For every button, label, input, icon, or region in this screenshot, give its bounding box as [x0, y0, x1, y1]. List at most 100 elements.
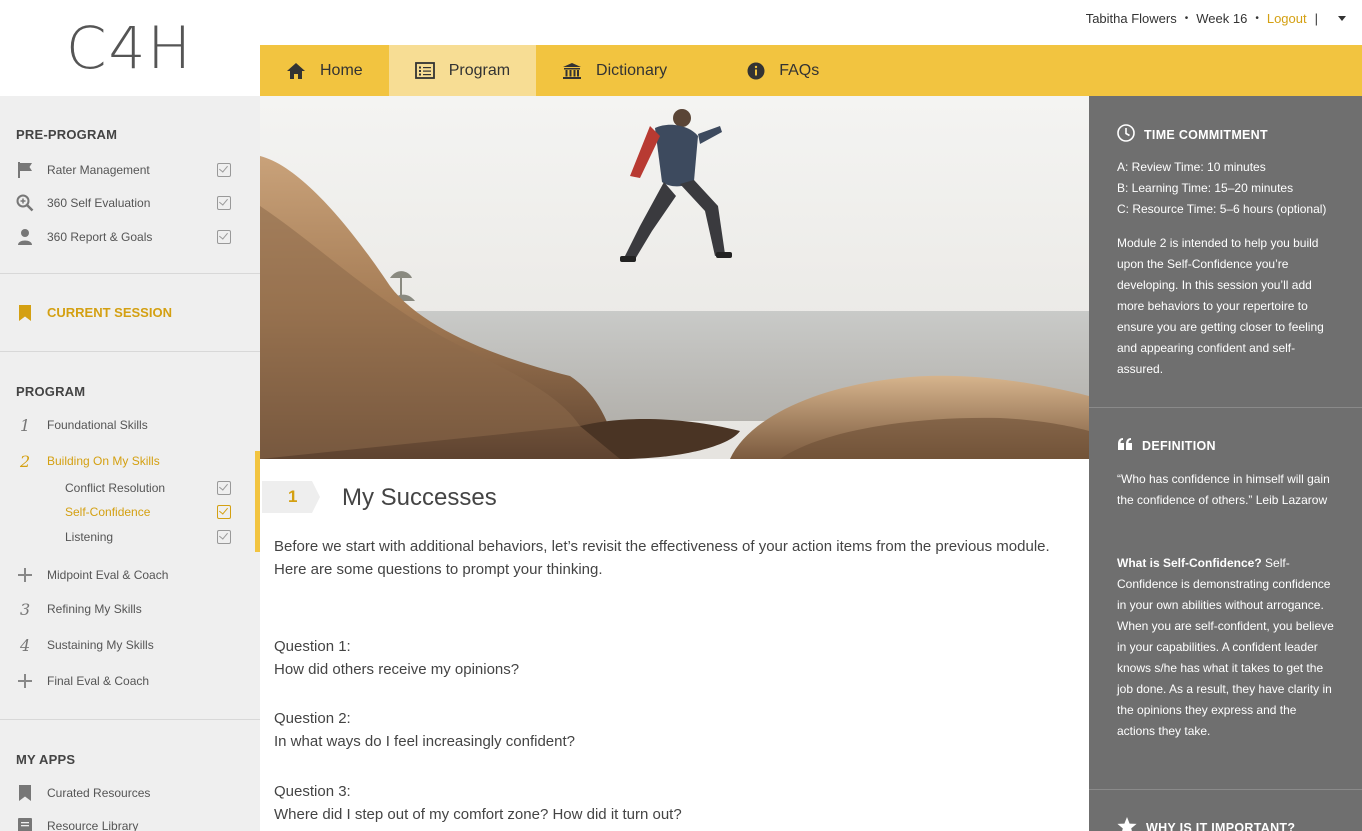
sidebar-item-label: Listening [65, 530, 114, 544]
active-section-marker [255, 451, 260, 552]
question-block: Question 1: How did others receive my op… [274, 636, 519, 681]
section-title: My Successes [342, 484, 497, 511]
divider [0, 273, 260, 274]
sidebar-subitem-conflict-resolution[interactable]: Conflict Resolution [0, 476, 260, 500]
separator-dot: • [1255, 13, 1259, 24]
checkbox-icon [217, 505, 231, 519]
section-number-badge: 1 [262, 481, 320, 513]
sidebar-item-curated-resources[interactable]: Curated Resources [0, 781, 260, 805]
question-block: Question 3: Where did I step out of my c… [274, 781, 682, 826]
star-icon [1117, 817, 1137, 831]
bookmark-icon [18, 304, 32, 325]
main-nav: Home Program Dictionary FAQs [260, 45, 1362, 96]
hero-image [260, 96, 1089, 459]
sidebar-item-sustaining-my-skills[interactable]: 4 Sustaining My Skills [0, 633, 260, 657]
info-panel: TIME COMMITMENT A: Review Time: 10 minut… [1089, 96, 1362, 831]
user-name: Tabitha Flowers [1085, 11, 1177, 26]
separator-dot: • [1184, 13, 1189, 24]
question-text: How did others receive my opinions? [274, 660, 520, 678]
checkbox-icon [217, 481, 231, 495]
sidebar-item-label: Resource Library [47, 819, 139, 831]
sidebar-item-foundational-skills[interactable]: 1 Foundational Skills [0, 413, 260, 437]
question-label: Question 3: [274, 783, 351, 800]
time-line: B: Learning Time: 15–20 minutes [1117, 181, 1294, 195]
logout-link[interactable]: Logout [1267, 11, 1307, 26]
sidebar-item-360-report-goals[interactable]: 360 Report & Goals [0, 225, 260, 249]
tab-program[interactable]: Program [388, 45, 537, 96]
quote-icon [1117, 437, 1133, 454]
sidebar-item-label: Curated Resources [47, 786, 151, 800]
tab-dictionary[interactable]: Dictionary [536, 45, 693, 96]
section-title-pre-program: PRE-PROGRAM [16, 127, 118, 142]
time-lines: A: Review Time: 10 minutes B: Learning T… [1117, 157, 1347, 220]
tab-home[interactable]: Home [260, 45, 389, 96]
home-icon [286, 62, 306, 80]
sidebar-item-label: Foundational Skills [47, 418, 148, 432]
sidebar-item-label: 360 Self Evaluation [47, 196, 151, 210]
sidebar: PRE-PROGRAM Rater Management 360 Self Ev… [0, 96, 260, 831]
definition-heading: DEFINITION [1117, 437, 1216, 454]
sidebar-item-label: Rater Management [47, 163, 150, 177]
definition-term: What is Self-Confidence? [1117, 556, 1262, 570]
tab-label: Dictionary [596, 61, 668, 79]
magnifier-icon [16, 193, 34, 213]
section-number: 1 [288, 487, 298, 506]
definition-quote: “Who has confidence in himself will gain… [1117, 472, 1330, 507]
checkbox-icon [217, 530, 231, 544]
tab-faqs[interactable]: FAQs [693, 45, 845, 96]
sidebar-item-label: Final Eval & Coach [47, 674, 150, 688]
sidebar-item-midpoint-eval-coach[interactable]: Midpoint Eval & Coach [0, 563, 260, 587]
definition-body: Self-Confidence is demonstrating confide… [1117, 556, 1334, 738]
app-logo[interactable]: C4H [66, 14, 193, 82]
intro-text: Before we start with additional behavior… [274, 538, 1050, 578]
sidebar-subitem-listening[interactable]: Listening [0, 525, 260, 549]
sidebar-item-label: Midpoint Eval & Coach [47, 568, 169, 582]
sidebar-item-final-eval-coach[interactable]: Final Eval & Coach [0, 669, 260, 693]
sidebar-item-rater-management[interactable]: Rater Management [0, 158, 260, 182]
step-number: 3 [20, 599, 31, 619]
step-number: 2 [20, 451, 31, 471]
time-commitment-heading: TIME COMMITMENT [1117, 124, 1268, 145]
section-title-program: PROGRAM [16, 384, 86, 399]
divider [0, 719, 260, 720]
flag-icon [16, 160, 34, 180]
list-icon [414, 62, 435, 79]
question-label: Question 2: [274, 710, 351, 727]
current-session-link[interactable]: CURRENT SESSION [47, 305, 172, 320]
tab-label: FAQs [779, 61, 820, 79]
sidebar-item-label: Refining My Skills [47, 602, 142, 616]
sidebar-item-label: Conflict Resolution [65, 481, 166, 495]
chevron-down-icon[interactable] [1338, 16, 1346, 21]
museum-icon [562, 62, 582, 80]
tab-label: Home [320, 61, 363, 79]
person-icon [16, 227, 34, 247]
user-bar: Tabitha Flowers • Week 16 • Logout | [1086, 11, 1346, 26]
info-icon [747, 62, 765, 80]
definition-text: What is Self-Confidence? Self-Confidence… [1117, 553, 1335, 742]
question-block: Question 2: In what ways do I feel incre… [274, 708, 575, 753]
week-indicator: Week 16 [1196, 11, 1248, 26]
module-description: Module 2 is intended to help you build u… [1117, 236, 1324, 376]
heading-label: TIME COMMITMENT [1144, 127, 1268, 142]
sidebar-item-building-on-my-skills[interactable]: 2 Building On My Skills [0, 449, 260, 473]
book-icon [16, 816, 34, 831]
sidebar-subitem-self-confidence[interactable]: Self-Confidence [0, 500, 260, 524]
tab-label: Program [448, 61, 511, 79]
sidebar-item-label: Building On My Skills [47, 454, 160, 468]
heading-label: DEFINITION [1142, 438, 1216, 453]
separator-pipe: | [1314, 11, 1318, 26]
sidebar-item-label: 360 Report & Goals [47, 230, 153, 244]
sidebar-item-resource-library[interactable]: Resource Library [0, 814, 260, 831]
sidebar-item-label: Self-Confidence [65, 505, 151, 519]
divider [1089, 789, 1362, 790]
divider [0, 351, 260, 352]
checkbox-icon [217, 163, 231, 177]
sidebar-item-360-self-evaluation[interactable]: 360 Self Evaluation [0, 191, 260, 215]
heading-label: WHY IS IT IMPORTANT? [1146, 821, 1296, 831]
question-text: Where did I step out of my comfort zone?… [274, 805, 682, 823]
why-important-heading: WHY IS IT IMPORTANT? [1117, 817, 1295, 831]
step-number: 1 [20, 415, 31, 435]
sidebar-item-refining-my-skills[interactable]: 3 Refining My Skills [0, 597, 260, 621]
time-line: A: Review Time: 10 minutes [1117, 160, 1266, 174]
time-line: C: Resource Time: 5–6 hours (optional) [1117, 202, 1327, 216]
